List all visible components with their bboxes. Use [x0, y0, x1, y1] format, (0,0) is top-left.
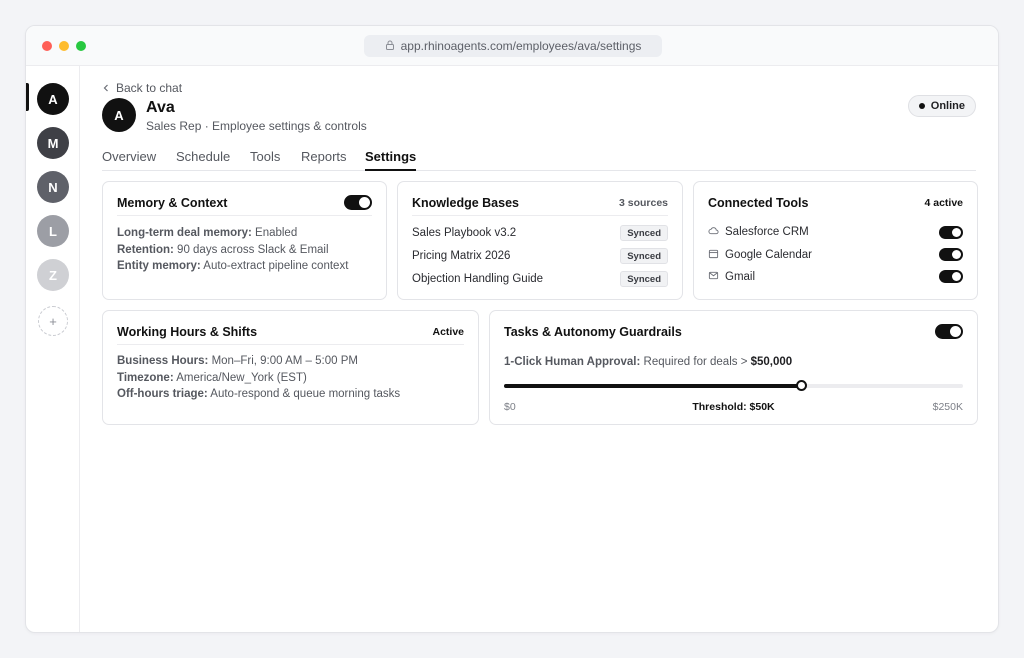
employee-avatar-a[interactable]: A	[37, 83, 69, 115]
memory-toggle[interactable]	[344, 195, 372, 210]
knowledge-source-count: 3 sources	[618, 197, 668, 209]
tool-item-salesforce: Salesforce CRM	[708, 225, 963, 239]
knowledge-bases-card: Knowledge Bases 3 sources Sales Playbook…	[397, 181, 683, 300]
tool-item-google-calendar: Google Calendar	[708, 248, 963, 262]
app-window: app.rhinoagents.com/employees/ava/settin…	[25, 25, 999, 633]
maximize-window-button[interactable]	[76, 41, 86, 51]
knowledge-item[interactable]: Sales Playbook v3.2 Synced	[412, 225, 668, 241]
browser-titlebar: app.rhinoagents.com/employees/ava/settin…	[26, 26, 998, 66]
knowledge-item[interactable]: Objection Handling Guide Synced	[412, 271, 668, 287]
employee-avatar-z[interactable]: Z	[37, 259, 69, 291]
memory-line: Entity memory: Auto-extract pipeline con…	[117, 260, 349, 272]
knowledge-item[interactable]: Pricing Matrix 2026 Synced	[412, 248, 668, 264]
address-bar[interactable]: app.rhinoagents.com/employees/ava/settin…	[364, 35, 662, 57]
active-employee-indicator	[26, 83, 29, 111]
tab-tools[interactable]: Tools	[250, 149, 280, 171]
slider-handle[interactable]	[796, 380, 808, 391]
employee-subtitle: Sales Rep · Employee settings & controls	[146, 119, 367, 133]
employee-sidebar: AMNLZ +	[26, 66, 80, 632]
hours-status: Active	[432, 326, 464, 338]
tool-item-gmail: Gmail	[708, 270, 963, 284]
close-window-button[interactable]	[42, 41, 52, 51]
knowledge-card-title: Knowledge Bases	[412, 196, 519, 210]
guardrails-toggle[interactable]	[935, 324, 963, 339]
approval-line: 1-Click Human Approval: Required for dea…	[504, 356, 793, 368]
slider-threshold-label: Threshold: $50K	[692, 401, 775, 413]
hours-line: Business Hours: Mon–Fri, 9:00 AM – 5:00 …	[117, 355, 358, 367]
add-employee-button[interactable]: +	[38, 306, 68, 336]
hours-line: Off-hours triage: Auto-respond & queue m…	[117, 388, 401, 400]
calendar-icon	[708, 248, 719, 262]
synced-badge: Synced	[620, 225, 668, 241]
lock-icon	[385, 39, 395, 53]
employee-avatar-n[interactable]: N	[37, 171, 69, 203]
cloud-icon	[708, 225, 719, 239]
url-text: app.rhinoagents.com/employees/ava/settin…	[400, 39, 642, 53]
synced-badge: Synced	[620, 248, 668, 264]
guardrails-card: Tasks & Autonomy Guardrails 1-Click Huma…	[489, 310, 978, 425]
back-to-chat-link[interactable]: Back to chat	[102, 81, 182, 95]
tab-reports[interactable]: Reports	[301, 149, 347, 171]
mail-icon	[708, 270, 719, 284]
working-hours-card: Working Hours & Shifts Active Business H…	[102, 310, 479, 425]
guardrails-card-title: Tasks & Autonomy Guardrails	[504, 325, 682, 339]
tab-schedule[interactable]: Schedule	[176, 149, 230, 171]
hours-line: Timezone: America/New_York (EST)	[117, 372, 307, 384]
memory-line: Long-term deal memory: Enabled	[117, 227, 298, 239]
gmail-toggle[interactable]	[939, 270, 963, 283]
divider	[117, 215, 372, 216]
status-dot-icon	[918, 103, 925, 109]
employee-avatar: A	[102, 98, 136, 132]
tools-card-title: Connected Tools	[708, 196, 809, 210]
divider	[412, 215, 668, 216]
settings-tabs: Overview Schedule Tools Reports Settings	[102, 149, 976, 171]
memory-card-title: Memory & Context	[117, 196, 228, 210]
divider	[117, 344, 464, 345]
memory-context-card: Memory & Context Long-term deal memory: …	[102, 181, 387, 300]
settings-main: Back to chat A Ava Sales Rep · Employee …	[102, 66, 978, 632]
back-label: Back to chat	[116, 81, 183, 95]
approval-threshold-slider[interactable]	[504, 380, 963, 391]
hours-card-title: Working Hours & Shifts	[117, 325, 258, 339]
tab-overview[interactable]: Overview	[102, 149, 156, 171]
chevron-left-icon	[102, 81, 110, 95]
status-label: Online	[930, 100, 965, 112]
slider-max-label: $250K	[932, 401, 963, 413]
synced-badge: Synced	[620, 271, 668, 287]
tools-active-count: 4 active	[924, 197, 963, 209]
minimize-window-button[interactable]	[59, 41, 69, 51]
salesforce-toggle[interactable]	[939, 226, 963, 239]
employee-avatar-m[interactable]: M	[37, 127, 69, 159]
google-calendar-toggle[interactable]	[939, 248, 963, 261]
connected-tools-card: Connected Tools 4 active Salesforce CRM …	[693, 181, 978, 300]
employee-name: Ava	[146, 99, 175, 116]
memory-line: Retention: 90 days across Slack & Email	[117, 244, 329, 256]
status-badge: Online	[907, 95, 976, 117]
tab-settings[interactable]: Settings	[365, 149, 417, 171]
employee-avatar-l[interactable]: L	[37, 215, 69, 247]
slider-fill	[504, 384, 802, 388]
